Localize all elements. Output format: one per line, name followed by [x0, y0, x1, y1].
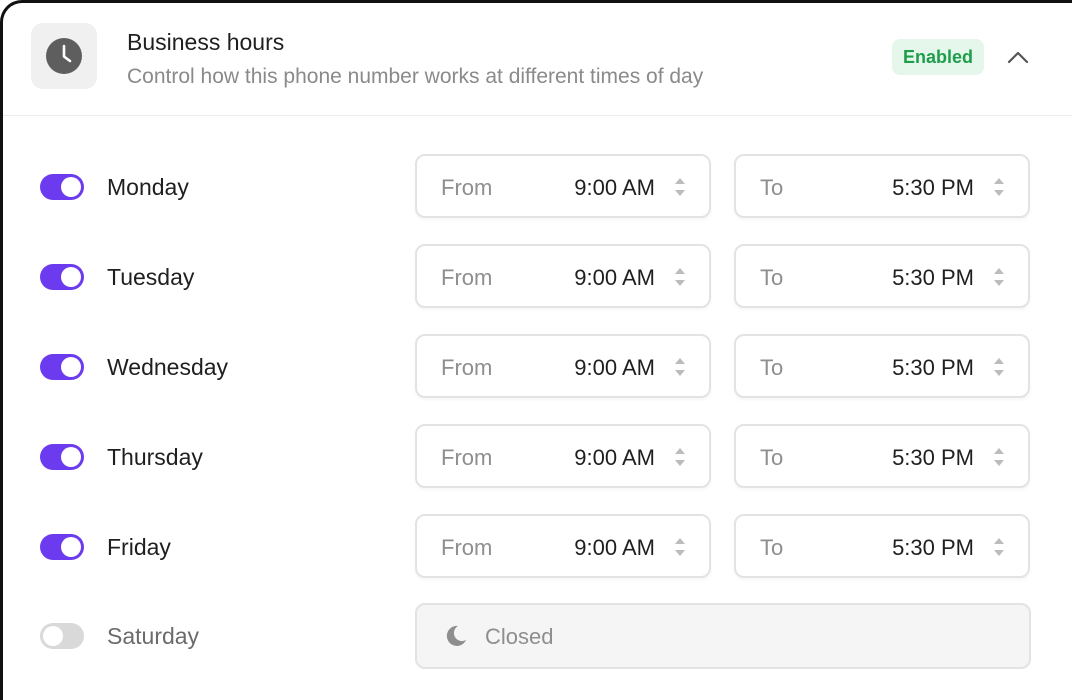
to-time-value: 5:30 PM [892, 355, 974, 380]
from-time-value: 9:00 AM [574, 265, 655, 290]
stepper-icon [675, 448, 685, 466]
stepper-icon [994, 448, 1004, 466]
to-label: To [760, 535, 784, 560]
stepper-icon [675, 268, 685, 286]
day-label: Saturday [107, 623, 200, 649]
from-time-value: 9:00 AM [574, 445, 655, 470]
stepper-icon [994, 358, 1004, 376]
to-label: To [760, 265, 784, 290]
day-toggle-thursday[interactable] [40, 444, 84, 470]
toggle-knob [61, 267, 81, 287]
day-label: Tuesday [107, 264, 195, 290]
schedule-row-thursday: Thursday From 9:00 AM To 5:30 PM [3, 424, 1072, 490]
from-time-select[interactable]: From 9:00 AM [415, 514, 711, 578]
from-label: From [441, 355, 493, 380]
from-label: From [441, 265, 493, 290]
clock-icon [31, 23, 97, 89]
stepper-icon [994, 178, 1004, 196]
from-time-value: 9:00 AM [574, 175, 655, 200]
toggle-knob [43, 626, 63, 646]
schedule-row-wednesday: Wednesday From 9:00 AM To 5:30 PM [3, 334, 1072, 400]
from-time-value: 9:00 AM [574, 535, 655, 560]
from-label: From [441, 175, 493, 200]
day-label: Friday [107, 534, 171, 560]
day-toggle-tuesday[interactable] [40, 264, 84, 290]
status-badge: Enabled [892, 39, 984, 75]
day-toggle-wednesday[interactable] [40, 354, 84, 380]
day-toggle-monday[interactable] [40, 174, 84, 200]
card-subtitle: Control how this phone number works at d… [127, 65, 704, 88]
stepper-icon [675, 358, 685, 376]
business-hours-card: Business hours Control how this phone nu… [0, 0, 1072, 700]
toggle-knob [61, 537, 81, 557]
from-label: From [441, 535, 493, 560]
stepper-icon [994, 268, 1004, 286]
moon-icon [446, 625, 466, 646]
toggle-knob [61, 357, 81, 377]
day-toggle-friday[interactable] [40, 534, 84, 560]
toggle-knob [61, 447, 81, 467]
to-time-select[interactable]: To 5:30 PM [734, 424, 1030, 488]
day-label: Thursday [107, 444, 203, 470]
card-header: Business hours Control how this phone nu… [3, 3, 1072, 116]
toggle-knob [61, 177, 81, 197]
to-time-value: 5:30 PM [892, 535, 974, 560]
schedule-row-tuesday: Tuesday From 9:00 AM To 5:30 PM [3, 244, 1072, 310]
day-label: Monday [107, 174, 189, 200]
from-time-select[interactable]: From 9:00 AM [415, 244, 711, 308]
to-time-select[interactable]: To 5:30 PM [734, 334, 1030, 398]
card-title: Business hours [127, 29, 285, 55]
from-time-select[interactable]: From 9:00 AM [415, 334, 711, 398]
to-time-select[interactable]: To 5:30 PM [734, 514, 1030, 578]
from-time-select[interactable]: From 9:00 AM [415, 424, 711, 488]
to-label: To [760, 445, 784, 470]
stepper-icon [675, 538, 685, 556]
schedule-row-saturday: Saturday Closed [3, 603, 1072, 669]
closed-indicator: Closed [415, 603, 1031, 669]
to-time-select[interactable]: To 5:30 PM [734, 154, 1030, 218]
schedule-row-monday: Monday From 9:00 AM To 5:30 PM [3, 154, 1072, 220]
schedule-row-friday: Friday From 9:00 AM To 5:30 PM [3, 514, 1072, 580]
stepper-icon [675, 178, 685, 196]
from-time-value: 9:00 AM [574, 355, 655, 380]
from-label: From [441, 445, 493, 470]
closed-label: Closed [485, 624, 554, 649]
to-time-value: 5:30 PM [892, 265, 974, 290]
chevron-up-icon[interactable] [1003, 43, 1033, 73]
to-time-select[interactable]: To 5:30 PM [734, 244, 1030, 308]
from-time-select[interactable]: From 9:00 AM [415, 154, 711, 218]
day-toggle-saturday[interactable] [40, 623, 84, 649]
to-label: To [760, 355, 784, 380]
to-time-value: 5:30 PM [892, 445, 974, 470]
day-label: Wednesday [107, 354, 229, 380]
stepper-icon [994, 538, 1004, 556]
to-label: To [760, 175, 784, 200]
to-time-value: 5:30 PM [892, 175, 974, 200]
